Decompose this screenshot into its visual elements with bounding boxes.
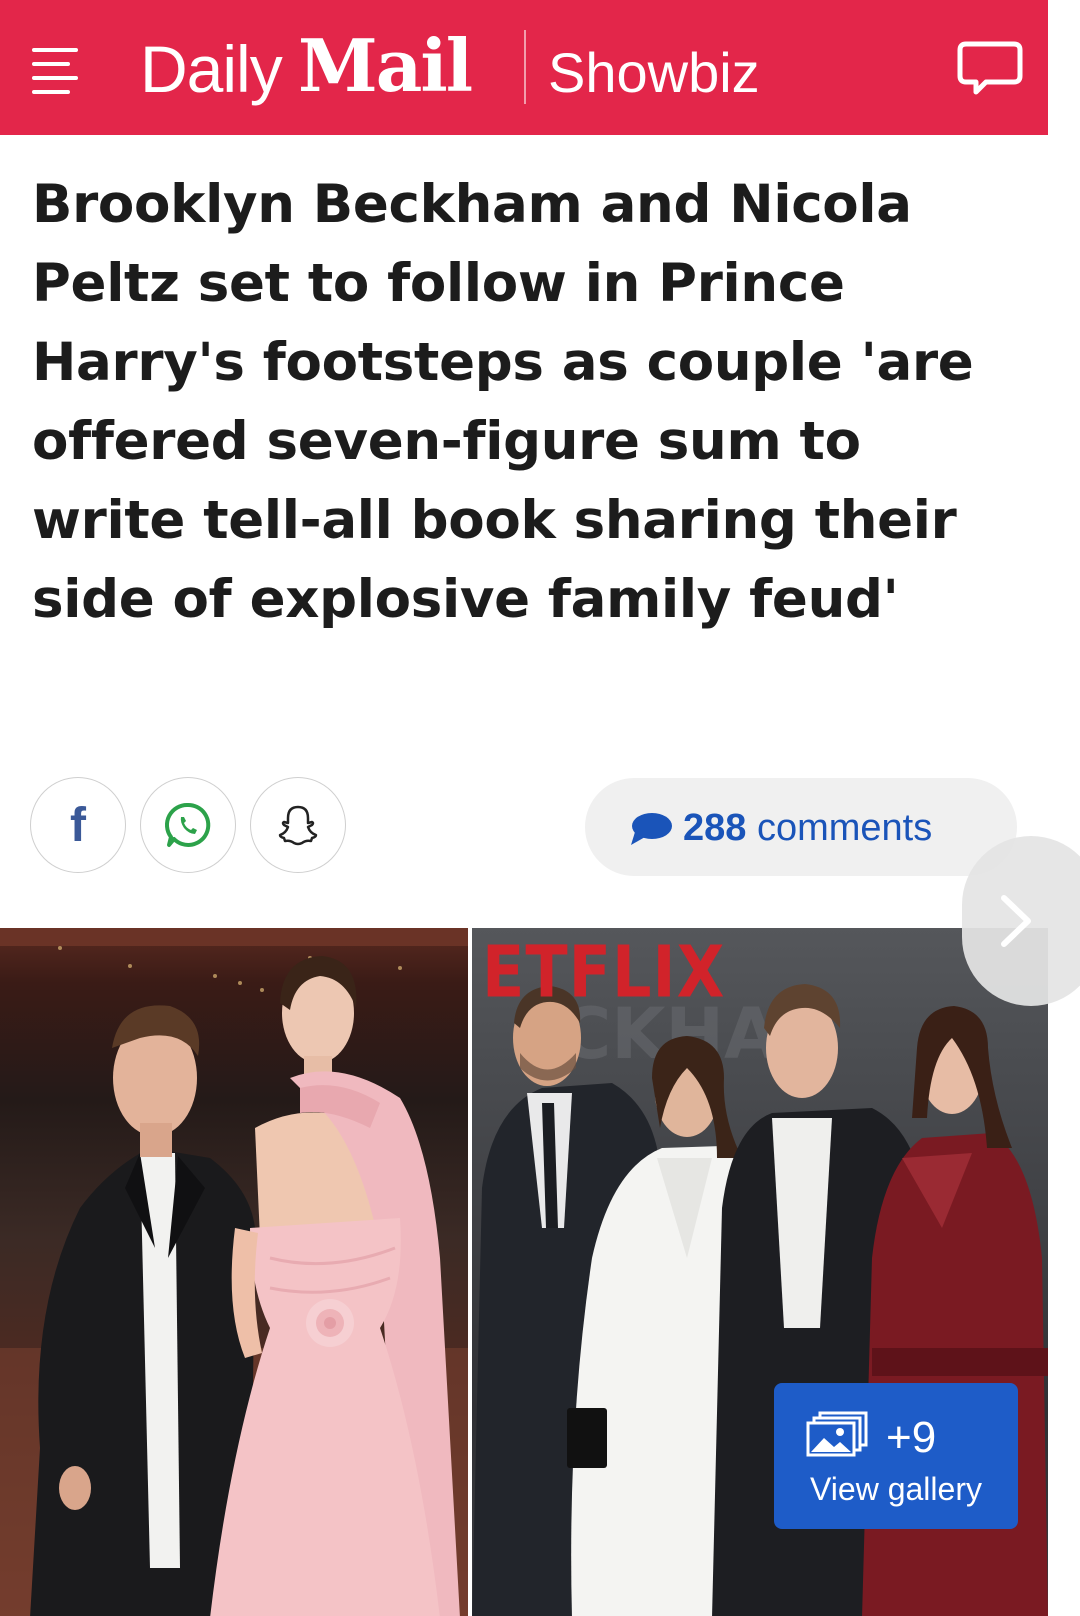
comments-word: comments [756,807,933,849]
logo-daily-text[interactable]: Daily [140,34,283,104]
photo-gallery-icon [806,1411,868,1457]
speech-bubble-icon[interactable] [956,38,1024,98]
logo-divider [524,30,526,104]
top-navigation-bar: Daily Mail Showbiz [0,0,1048,135]
next-article-button[interactable] [962,836,1080,1006]
hamburger-menu-icon[interactable] [32,44,78,98]
chevron-right-icon [1001,895,1031,947]
snapchat-icon [278,805,318,846]
couple-red-carpet-photo[interactable] [0,928,468,1616]
article-headline: Brooklyn Beckham and Nicola Peltz set to… [32,174,974,630]
logo-mail-text[interactable]: Mail [298,26,473,106]
netflix-backdrop-sign: ETFLIX [482,930,726,1014]
view-gallery-button[interactable]: +9 View gallery [774,1383,1018,1529]
gallery-label: View gallery [810,1471,982,1507]
whatsapp-share-button[interactable] [140,777,236,873]
comment-bubble-icon [631,813,672,845]
snapchat-share-button[interactable] [250,777,346,873]
comments-count-button[interactable]: 288 comments [585,778,1017,876]
facebook-share-button[interactable]: f [30,777,126,873]
comments-count: 288 [683,807,747,849]
comments-count-label: 288 comments [683,806,932,850]
gallery-count: +9 [886,1413,937,1462]
section-label[interactable]: Showbiz [548,42,760,104]
facebook-icon: f [70,798,86,852]
whatsapp-icon [165,802,211,847]
